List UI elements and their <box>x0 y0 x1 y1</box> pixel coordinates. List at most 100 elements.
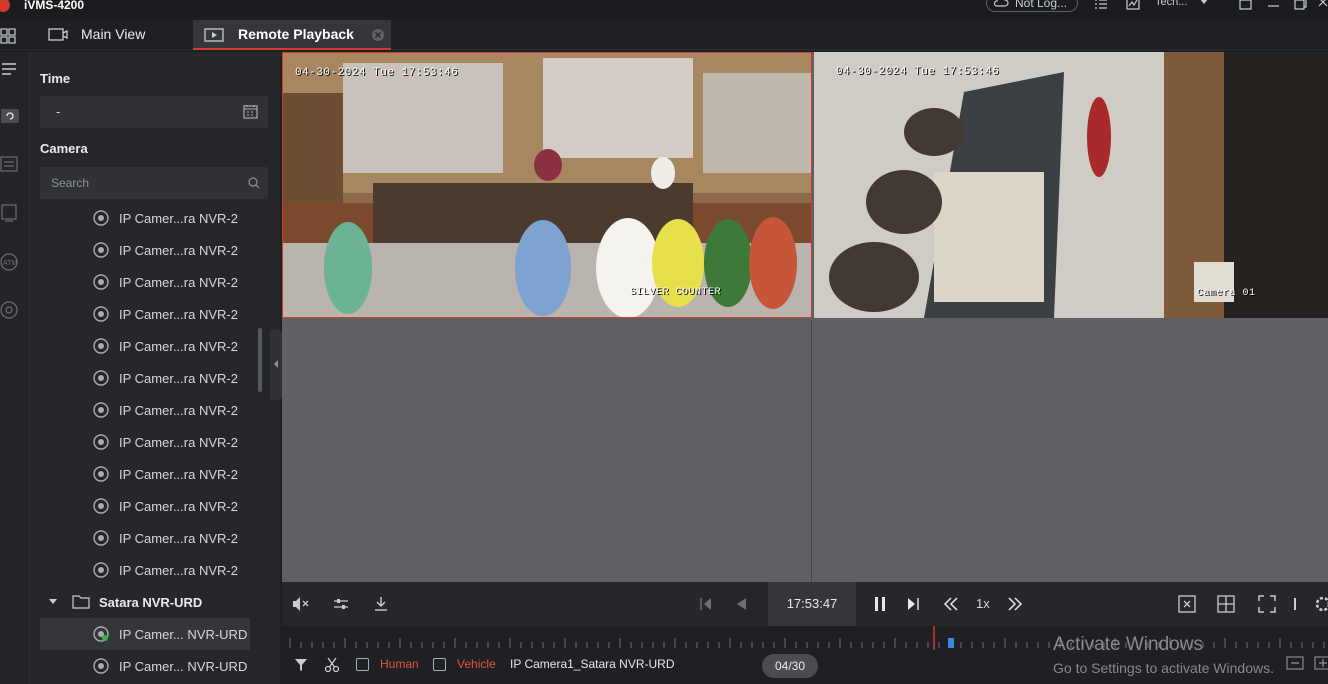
close-tab-icon[interactable] <box>371 28 385 42</box>
previous-frame-icon[interactable] <box>699 597 713 611</box>
folder-icon <box>72 595 90 609</box>
camera-icon <box>93 274 109 290</box>
camera-icon <box>93 530 109 546</box>
camera-icon <box>93 498 109 514</box>
collapse-left-icon <box>274 360 278 368</box>
zoom-in-icon[interactable] <box>1314 656 1328 670</box>
restore-icon[interactable] <box>1294 0 1307 10</box>
video-tile-3[interactable] <box>282 320 812 582</box>
camera-item-label: IP Camer...ra NVR-2 <box>119 210 238 226</box>
human-label: Human <box>380 657 419 671</box>
camera-list-item[interactable]: IP Camer...ra NVR-2 <box>40 330 266 362</box>
speed-up-icon[interactable] <box>1007 597 1023 611</box>
group-satara-nvr[interactable]: Satara NVR-URD <box>40 588 266 616</box>
camera-item-label: IP Camer...ra NVR-2 <box>119 274 238 290</box>
chart-icon[interactable] <box>1126 0 1140 10</box>
settings-icon[interactable] <box>1314 595 1328 613</box>
menu-icon[interactable] <box>1 62 17 76</box>
camera-list-item[interactable]: IP Camer...ra NVR-2 <box>40 202 266 234</box>
zoom-out-icon[interactable] <box>1286 656 1304 670</box>
tab-main-view[interactable]: Main View <box>40 20 190 50</box>
filter-icon[interactable] <box>294 658 308 672</box>
camera-item-label: IP Camer...ra NVR-2 <box>119 306 238 322</box>
fullscreen-icon[interactable] <box>1258 595 1276 613</box>
search-icon[interactable] <box>248 177 260 189</box>
window-layout-icon[interactable] <box>1217 595 1235 613</box>
group-camera-item[interactable]: IP Camer... NVR-URD <box>40 618 250 650</box>
divider <box>1294 598 1296 610</box>
panel-collapse-handle[interactable] <box>270 330 282 400</box>
camera-list-item[interactable]: IP Camer...ra NVR-2 <box>40 458 266 490</box>
camera-item-label: IP Camer...ra NVR-2 <box>119 370 238 386</box>
activation-watermark-text: Go to Settings to activate Windows. <box>1053 660 1274 676</box>
pos-icon[interactable] <box>0 300 20 320</box>
close-all-icon[interactable] <box>1178 595 1196 613</box>
video-tile-1[interactable]: 04-30-2024 Tue 17:53:46 SILVER COUNTER <box>282 52 812 318</box>
atm-icon[interactable]: ATM <box>0 252 20 272</box>
camera-item-label: IP Camer...ra NVR-2 <box>119 402 238 418</box>
group-camera-label: IP Camer... NVR-URD <box>119 658 248 674</box>
search-input[interactable] <box>40 167 240 199</box>
account-status: Not Log... <box>1015 0 1068 10</box>
current-time-text: 17:53:47 <box>786 596 838 611</box>
chevron-down-icon[interactable] <box>1199 0 1209 6</box>
camera-list-item[interactable]: IP Camer...ra NVR-2 <box>40 394 266 426</box>
camera-feed-camera-01 <box>814 52 1328 318</box>
camera-list-scrollbar[interactable] <box>258 328 262 392</box>
recording-segment <box>948 638 954 648</box>
camera-feed-silver-counter <box>283 53 811 317</box>
tab-remote-playback[interactable]: Remote Playback <box>193 20 391 50</box>
date-chip[interactable]: 04/30 <box>762 654 818 678</box>
close-window-icon[interactable] <box>1318 0 1328 10</box>
expand-down-icon[interactable] <box>48 598 58 606</box>
task-list-icon[interactable] <box>1094 0 1108 10</box>
tab-remote-playback-label: Remote Playback <box>238 26 354 42</box>
apps-grid-icon[interactable] <box>0 28 16 44</box>
group-camera-item[interactable]: IP Camer... NVR-URD <box>40 650 250 682</box>
playback-mode-icon[interactable] <box>0 108 20 124</box>
video-tile-2[interactable]: 04-30-2024 Tue 17:53:46 Camera 01 <box>814 52 1328 318</box>
camera-icon <box>93 338 109 354</box>
svg-text:ATM: ATM <box>3 260 17 267</box>
camera-search <box>40 167 268 199</box>
camera-list-item[interactable]: IP Camer...ra NVR-2 <box>40 362 266 394</box>
camera-list-item[interactable]: IP Camer...ra NVR-2 <box>40 266 266 298</box>
minimize-icon[interactable] <box>1267 0 1280 10</box>
camera-list-item[interactable]: IP Camer...ra NVR-2 <box>40 298 266 330</box>
date-field[interactable]: - <box>40 96 268 128</box>
camera-icon <box>93 466 109 482</box>
human-checkbox[interactable] <box>356 658 369 671</box>
camera-icon <box>93 402 109 418</box>
camera-icon <box>93 562 109 578</box>
user-name[interactable]: Tech... <box>1155 0 1187 8</box>
playback-icon <box>204 28 224 42</box>
group-camera-label: IP Camer... NVR-URD <box>119 626 248 642</box>
adjust-icon[interactable] <box>333 596 349 612</box>
next-frame-icon[interactable] <box>906 597 920 611</box>
download-icon[interactable] <box>373 596 389 612</box>
camera-list-item[interactable]: IP Camer...ra NVR-2 <box>40 554 266 586</box>
video-tile-4[interactable] <box>814 320 1328 582</box>
video-grid: 04-30-2024 Tue 17:53:46 SILVER COUNTER 0… <box>282 52 1328 582</box>
device-icon[interactable] <box>0 204 20 222</box>
camera-list-item[interactable]: IP Camer...ra NVR-2 <box>40 522 266 554</box>
monitor-icon <box>48 28 68 41</box>
tile-2-label: Camera 01 <box>1197 288 1256 299</box>
calendar-icon[interactable] <box>243 104 258 119</box>
scissors-icon[interactable] <box>324 657 340 673</box>
lock-icon[interactable] <box>1239 0 1252 10</box>
camera-list-item[interactable]: IP Camer...ra NVR-2 <box>40 426 266 458</box>
reverse-play-icon[interactable] <box>735 597 747 611</box>
camera-list-item[interactable]: IP Camer...ra NVR-2 <box>40 234 266 266</box>
vehicle-checkbox[interactable] <box>433 658 446 671</box>
tile-2-timestamp: 04-30-2024 Tue 17:53:46 <box>836 66 1000 78</box>
time-title: Time <box>40 71 71 86</box>
pause-icon[interactable] <box>873 596 887 612</box>
camera-list-item[interactable]: IP Camer...ra NVR-2 <box>40 490 266 522</box>
list-view-icon[interactable] <box>0 156 20 172</box>
cloud-icon <box>993 0 1009 7</box>
slow-down-icon[interactable] <box>943 597 959 611</box>
playback-speed: 1x <box>976 596 990 611</box>
camera-item-label: IP Camer...ra NVR-2 <box>119 466 238 482</box>
volume-icon[interactable] <box>292 596 310 612</box>
